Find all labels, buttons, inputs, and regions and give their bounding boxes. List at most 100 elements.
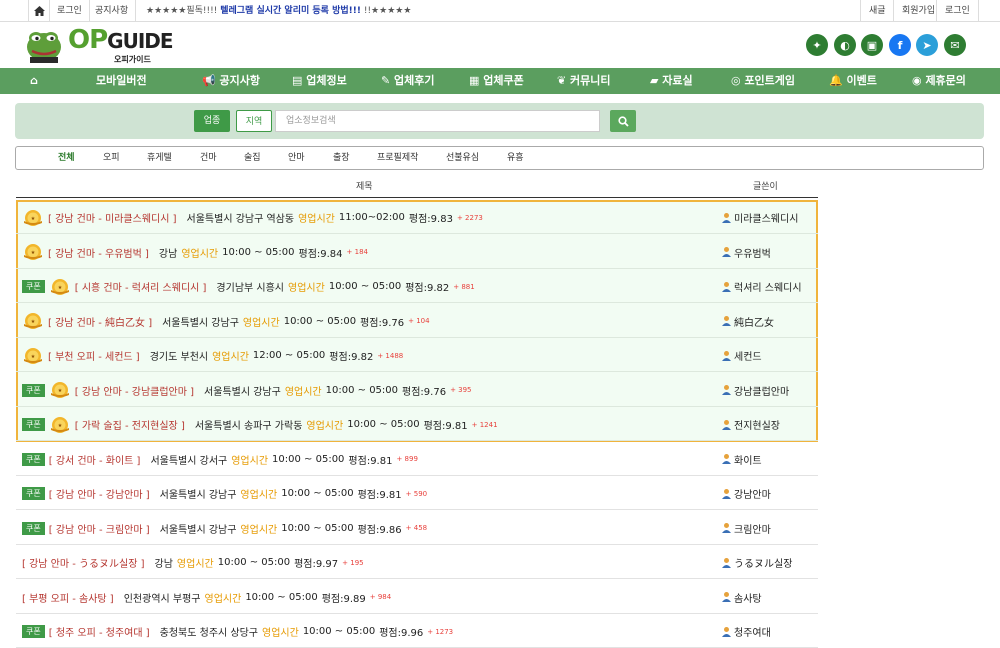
notice-link[interactable]: 공지사항	[88, 0, 137, 22]
row-hours: 10:00 ~ 05:00	[328, 281, 402, 292]
new-posts-link[interactable]: 새글	[860, 0, 894, 22]
tab-hugetel[interactable]: 휴게텔	[147, 147, 172, 169]
row-author[interactable]: 純白乙女	[721, 305, 774, 338]
row-author[interactable]: 청주여대	[721, 615, 771, 648]
row-title[interactable]: ★ [ 강남 건마 - 우유범벅 ] 강남 영업시간 10:00 ~ 05:00 평점:9…	[22, 236, 368, 269]
row-author[interactable]: 크림안마	[721, 512, 771, 545]
row-title[interactable]: 쿠폰[ 강남 안마 - 크림안마 ] 서울특별시 강남구 영업시간 10:00 ~ 0…	[22, 512, 427, 545]
row-author[interactable]: 강남안마	[721, 477, 771, 510]
tab-prepaid-sim[interactable]: 선불유심	[446, 147, 479, 169]
table-row[interactable]: [ 부평 오피 - 솜사탕 ] 인천광역시 부평구 영업시간 10:00 ~ 05:0…	[16, 581, 818, 614]
row-title[interactable]: [ 부평 오피 - 솜사탕 ] 인천광역시 부평구 영업시간 10:00 ~ 05:0…	[22, 581, 391, 614]
row-author[interactable]: 솜사탕	[721, 581, 762, 614]
profile-icon[interactable]: ◐	[834, 34, 856, 56]
nav-point-game[interactable]: ◎ 포인트게임	[731, 68, 795, 94]
login-link-right[interactable]: 로그인	[936, 0, 979, 22]
facebook-icon[interactable]: f	[889, 34, 911, 56]
table-row[interactable]: ★ [ 강남 건마 - 純白乙女 ] 서울특별시 강남구 영업시간 10:00 ~ 05…	[16, 305, 818, 338]
mail-icon[interactable]: ✉	[944, 34, 966, 56]
table-row[interactable]: 쿠폰[ 청주 오피 - 청주여대 ] 충청북도 청주시 상당구 영업시간 10:00 …	[16, 615, 818, 648]
tab-gunma[interactable]: 건마	[200, 147, 217, 169]
row-author-name: うるヌル실장	[734, 559, 793, 570]
table-row[interactable]: ★ [ 부천 오피 - 세컨드 ] 경기도 부천시 영업시간 12:00 ~ 05:00…	[16, 339, 818, 372]
tab-all[interactable]: 전체	[58, 147, 75, 169]
table-row[interactable]: 쿠폰[ 강서 건마 - 화이트 ] 서울특별시 강서구 영업시간 10:00 ~ 05…	[16, 443, 818, 476]
row-category: [ 강남 안마 - 크림안마 ]	[48, 524, 150, 536]
user-level-icon	[721, 350, 732, 362]
row-address: 강남	[158, 248, 178, 260]
main-nav: ⌂ 모바일버전 📢 공지사항 ▤ 업체정보 ✎ 업체후기 ▦ 업체쿠폰 ❦ 커뮤…	[0, 68, 1000, 94]
filter-type-button[interactable]: 업종	[194, 110, 230, 132]
row-address: 서울특별시 강남구	[159, 524, 237, 536]
nav-company-info[interactable]: ▤ 업체정보	[292, 68, 347, 94]
table-row[interactable]: 쿠폰[ 강남 안마 - 크림안마 ] 서울특별시 강남구 영업시간 10:00 ~ 0…	[16, 512, 818, 545]
table-row[interactable]: 쿠폰 ★ [ 가락 술집 - 전지현실장 ] 서울특별시 송파구 가락동 영업시간 10:…	[16, 408, 818, 441]
row-title[interactable]: 쿠폰 ★ [ 가락 술집 - 전지현실장 ] 서울특별시 송파구 가락동 영업시간 10:…	[22, 408, 498, 441]
row-author[interactable]: うるヌル실장	[721, 546, 792, 579]
nav-notice[interactable]: 📢 공지사항	[202, 68, 260, 94]
row-address: 서울특별시 강남구	[204, 386, 281, 398]
nav-home-icon[interactable]: ⌂	[30, 68, 38, 94]
table-row[interactable]: ★ [ 강남 건마 - 우유범벅 ] 강남 영업시간 10:00 ~ 05:00 평점:9…	[16, 236, 818, 269]
row-title[interactable]: 쿠폰[ 강남 안마 - 강남안마 ] 서울특별시 강남구 영업시간 10:00 ~ 0…	[22, 477, 427, 510]
row-author[interactable]: 우유범벅	[721, 236, 771, 269]
home-button[interactable]	[28, 0, 50, 22]
nav-coupons[interactable]: ▦ 업체쿠폰	[469, 68, 524, 94]
row-title[interactable]: 쿠폰 ★ [ 시흥 건마 - 럭셔리 스웨디시 ] 경기남부 시흥시 영업시간 10:00…	[22, 270, 475, 303]
notice-suffix: !!★★★★★	[360, 6, 412, 16]
row-address: 인천광역시 부평구	[123, 593, 201, 605]
row-address: 서울특별시 강서구	[150, 455, 228, 467]
logo-op: OP	[68, 25, 108, 55]
row-title[interactable]: 쿠폰[ 강서 건마 - 화이트 ] 서울특별시 강서구 영업시간 10:00 ~ 05…	[22, 443, 418, 476]
table-row[interactable]: 쿠폰 ★ [ 강남 안마 - 강남클럽안마 ] 서울특별시 강남구 영업시간 10:00 …	[16, 374, 818, 407]
row-title[interactable]: 쿠폰 ★ [ 강남 안마 - 강남클럽안마 ] 서울특별시 강남구 영업시간 10:00 …	[22, 374, 472, 407]
row-title[interactable]: [ 강남 안마 - うるヌル실장 ] 강남 영업시간 10:00 ~ 05:00 평점:…	[22, 546, 364, 579]
row-hours-label: 영업시간	[240, 490, 278, 501]
table-row[interactable]: ★ [ 강남 건마 - 미라클스웨디시 ] 서울특별시 강남구 역삼동 영업시간 11:…	[16, 201, 818, 234]
row-address: 강남	[154, 559, 173, 570]
nav-partnership[interactable]: ◉ 제휴문의	[912, 68, 966, 94]
row-score: 평점:9.97	[294, 559, 339, 570]
sim-card-icon[interactable]: ▣	[861, 34, 883, 56]
nav-files[interactable]: ▰ 자료실	[650, 68, 693, 94]
row-author[interactable]: 럭셔리 스웨디시	[721, 270, 802, 303]
tab-profile[interactable]: 프로필제작	[377, 147, 418, 169]
tab-bar[interactable]: 술집	[244, 147, 261, 169]
login-link-top[interactable]: 로그인	[50, 0, 90, 22]
table-row[interactable]: [ 강남 안마 - うるヌル실장 ] 강남 영업시간 10:00 ~ 05:00 평점:…	[16, 546, 818, 579]
row-author[interactable]: 전지현실장	[721, 408, 780, 441]
search-input[interactable]: 업소정보검색	[275, 110, 600, 132]
coupon-badge: 쿠폰	[22, 487, 45, 500]
row-author[interactable]: 강남클럽안마	[721, 374, 789, 407]
row-author[interactable]: 화이트	[721, 443, 762, 476]
row-author[interactable]: 미라클스웨디시	[721, 201, 798, 234]
table-row[interactable]: 쿠폰 ★ [ 시흥 건마 - 럭셔리 스웨디시 ] 경기남부 시흥시 영업시간 10:00…	[16, 270, 818, 303]
row-author[interactable]: 세컨드	[721, 339, 762, 372]
tab-op[interactable]: 오피	[103, 147, 120, 169]
row-score: 평점:9.81	[357, 490, 402, 501]
tab-entertainment[interactable]: 유흥	[507, 147, 524, 169]
row-score: 평점:9.89	[321, 593, 366, 605]
row-comment-count: + 984	[369, 593, 392, 601]
telegram-icon[interactable]: ➤	[916, 34, 938, 56]
row-title[interactable]: ★ [ 강남 건마 - 純白乙女 ] 서울특별시 강남구 영업시간 10:00 ~ 05…	[22, 305, 430, 338]
filter-region-button[interactable]: 지역	[236, 110, 272, 132]
row-title[interactable]: ★ [ 부천 오피 - 세컨드 ] 경기도 부천시 영업시간 12:00 ~ 05:00…	[22, 339, 403, 372]
site-logo[interactable]: OPGUIDE 오피가이드	[24, 25, 184, 65]
nav-event[interactable]: 🔔 이벤트	[829, 68, 877, 94]
user-level-icon	[721, 488, 732, 500]
row-comment-count: + 1273	[427, 627, 454, 636]
nav-reviews[interactable]: ✎ 업체후기	[381, 68, 435, 94]
search-button[interactable]	[610, 110, 636, 132]
notice-banner[interactable]: ★★★★★필독!!!! 텔레그램 실시간 알리미 등록 방법!!! !!★★★★…	[146, 0, 411, 22]
nav-mobile[interactable]: 모바일버전	[96, 68, 147, 94]
tab-anma[interactable]: 안마	[288, 147, 305, 169]
nav-community[interactable]: ❦ 커뮤니티	[557, 68, 611, 94]
tab-delivery[interactable]: 출장	[333, 147, 350, 169]
row-title[interactable]: 쿠폰[ 청주 오피 - 청주여대 ] 충청북도 청주시 상당구 영업시간 10:00 …	[22, 615, 453, 648]
party-icon[interactable]: ✦	[806, 34, 828, 56]
row-hours-label: 영업시간	[176, 559, 214, 570]
category-tabs: 전체 오피 휴게텔 건마 술집 안마 출장 프로필제작 선불유심 유흥	[15, 146, 984, 170]
table-row[interactable]: 쿠폰[ 강남 안마 - 강남안마 ] 서울특별시 강남구 영업시간 10:00 ~ 0…	[16, 477, 818, 510]
row-title[interactable]: ★ [ 강남 건마 - 미라클스웨디시 ] 서울특별시 강남구 역삼동 영업시간 11:…	[22, 201, 483, 234]
